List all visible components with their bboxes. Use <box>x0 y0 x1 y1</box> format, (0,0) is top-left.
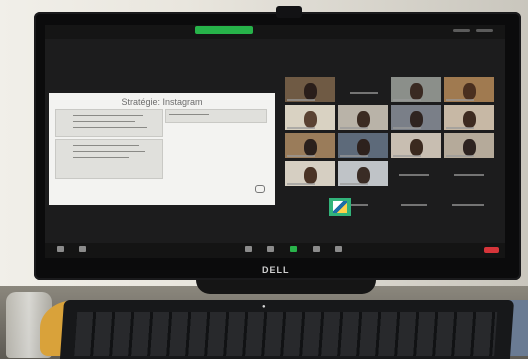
participant-tile[interactable] <box>444 189 494 214</box>
shared-slide: Stratégie: Instagram <box>49 93 275 205</box>
participant-tile[interactable] <box>444 77 494 102</box>
slide-text-line <box>73 157 129 158</box>
webcam <box>276 6 302 18</box>
participant-tile[interactable] <box>391 189 441 214</box>
slide-text-line <box>73 115 143 116</box>
microphone-icon[interactable] <box>57 246 64 252</box>
participant-tile[interactable] <box>285 161 335 186</box>
slide-pointer <box>255 185 265 193</box>
meeting-controls <box>45 243 505 258</box>
participant-tile[interactable] <box>338 105 388 130</box>
slide-text-line <box>73 145 139 146</box>
participant-tile[interactable] <box>338 161 388 186</box>
monitor-stand <box>196 280 376 294</box>
participant-tile[interactable] <box>285 133 335 158</box>
slide-text-line <box>73 121 135 122</box>
participant-tile[interactable] <box>391 161 441 186</box>
participant-tile[interactable] <box>391 77 441 102</box>
participant-avatar[interactable] <box>329 198 351 216</box>
gallery-view <box>285 77 497 217</box>
slide-table-header <box>165 109 267 123</box>
reactions-icon[interactable] <box>335 246 342 252</box>
share-screen-icon[interactable] <box>290 246 297 252</box>
top-bar <box>45 25 505 39</box>
camera-icon[interactable] <box>79 246 86 252</box>
screen-share-banner[interactable] <box>195 26 253 34</box>
top-right-controls <box>453 29 493 34</box>
zoom-window: Stratégie: Instagram <box>45 25 505 258</box>
participants-icon[interactable] <box>245 246 252 252</box>
participant-tile[interactable] <box>391 133 441 158</box>
fullscreen-icon[interactable] <box>476 29 493 32</box>
slide-text-line <box>73 127 147 128</box>
slide-text-line <box>169 114 209 115</box>
participant-tile[interactable] <box>444 161 494 186</box>
slide-table-row-1 <box>55 109 163 137</box>
keyboard <box>59 300 515 359</box>
view-toggle-icon[interactable] <box>453 29 470 32</box>
participant-tile[interactable] <box>444 105 494 130</box>
monitor-brand: DELL <box>262 265 290 275</box>
record-icon[interactable] <box>313 246 320 252</box>
participant-tile[interactable] <box>444 133 494 158</box>
participant-tile[interactable] <box>338 133 388 158</box>
leave-button[interactable] <box>484 247 499 253</box>
keyboard-logo: ● <box>262 304 266 310</box>
chat-icon[interactable] <box>267 246 274 252</box>
participant-tile[interactable] <box>285 77 335 102</box>
participant-tile-active[interactable] <box>285 105 335 130</box>
participant-tile[interactable] <box>391 105 441 130</box>
slide-title: Stratégie: Instagram <box>121 97 203 107</box>
participant-tile[interactable] <box>338 77 388 102</box>
slide-text-line <box>73 151 145 152</box>
